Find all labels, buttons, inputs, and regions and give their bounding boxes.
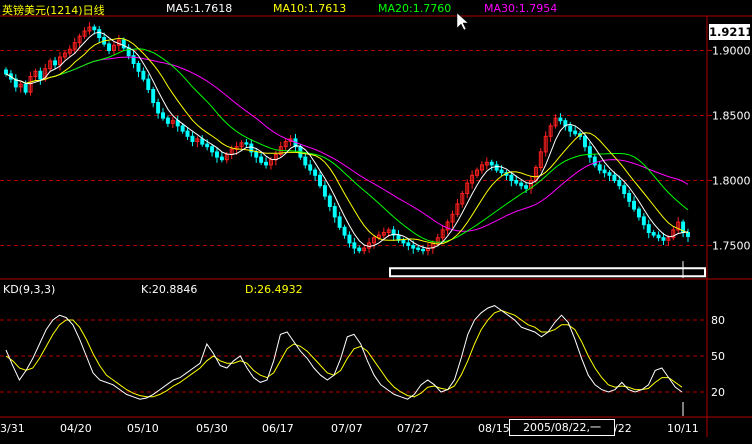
date-tick-label: 06/17 [262,422,294,435]
candle-down [646,224,651,233]
candle-down [489,161,494,166]
candle-down [602,169,607,174]
candle-down [97,29,102,39]
date-tick-label: 07/27 [397,422,429,435]
date-tick-label: 3/31 [0,422,25,435]
price-tick-label: 1.8000 [712,175,751,188]
candle-down [519,182,524,187]
d-line [5,309,683,398]
candle-down [327,195,332,208]
candle-down [141,70,146,80]
candle-down [347,234,352,244]
date-tick-label: 10/11 [667,422,699,435]
candle-down [318,174,322,187]
candle-down [259,156,264,163]
candle-down [210,146,215,153]
crosshair-date-box: 2005/08/22,一 [509,419,615,436]
date-tick-label: /22 [614,422,632,435]
candle-down [514,180,519,184]
candle-down [332,206,337,218]
candle-down [161,112,165,119]
candle-down [254,151,259,158]
candle-down [597,164,602,171]
candle-down [568,125,573,132]
range-highlight-box [389,267,706,278]
date-tick-label: 04/20 [60,422,92,435]
candle-down [416,247,421,250]
d-value: D:26.4932 [245,283,303,296]
candle-down [558,117,563,122]
date-tick-label: 05/30 [196,422,228,435]
candle-down [92,26,97,31]
candle-down [607,172,612,176]
kd-tick-label: 20 [711,386,725,399]
candle-down [205,143,210,148]
price-tick-label: 1.9000 [712,45,751,58]
candle-down [627,193,632,202]
candle-down [322,185,327,197]
candle-down [622,185,627,194]
candle-down [200,138,205,145]
candle-down [53,60,58,66]
candle-down [136,63,141,72]
candle-down [156,102,161,114]
candle-down [308,164,313,171]
candle-down [303,156,308,166]
candle-down [38,70,43,80]
candle-down [573,130,578,135]
candle-down [180,125,185,132]
candle-down [215,151,219,158]
candle-down [411,245,416,249]
candle-down [342,226,347,236]
candle-down [636,208,641,218]
candle-down [612,174,617,182]
candle-down [587,146,592,158]
date-tick-label: 05/10 [127,422,159,435]
candle-down [264,161,269,166]
candle-down [121,39,126,49]
candle-down [151,89,156,103]
kd-tick-label: 80 [711,314,725,327]
candle-down [421,248,426,252]
kd-tick-label: 50 [711,350,725,363]
candle-down [686,232,690,237]
candle-down [23,83,28,93]
current-price-box: 1.9211 [709,24,752,40]
candle-down [509,174,514,182]
date-tick-label: 08/15 [478,422,510,435]
candle-down [165,117,170,124]
price-chart[interactable]: 1.9000 1.8500 1.8000 1.7500 20 50 80 3/31 04/20 0… [0,0,752,444]
candle-down [656,234,661,239]
candle-down [632,200,637,210]
candle-down [146,78,151,90]
kd-label: KD(9,3,3) [3,283,56,296]
candle-down [313,169,318,176]
candle-down [337,216,342,228]
price-tick-label: 1.7500 [712,240,751,253]
candle-down [357,247,362,252]
k-value: K:20.8846 [141,283,198,296]
candle-down [617,180,622,187]
candle-down [107,43,112,51]
candle-down [651,232,656,236]
candle-down [582,135,587,148]
candle-down [352,242,357,249]
candle-down [641,216,646,226]
candle-down [244,142,249,145]
candle-down [219,156,224,161]
candle-down [4,69,8,75]
date-tick-label: 07/07 [331,422,363,435]
candle-down [524,185,529,189]
price-tick-label: 1.8500 [712,110,751,123]
candle-down [190,135,195,143]
candle-down [499,169,504,174]
candle-down [406,242,411,246]
candle-down [494,164,499,171]
candle-down [401,239,406,244]
candle-down [185,130,190,137]
candle-down [661,237,666,241]
